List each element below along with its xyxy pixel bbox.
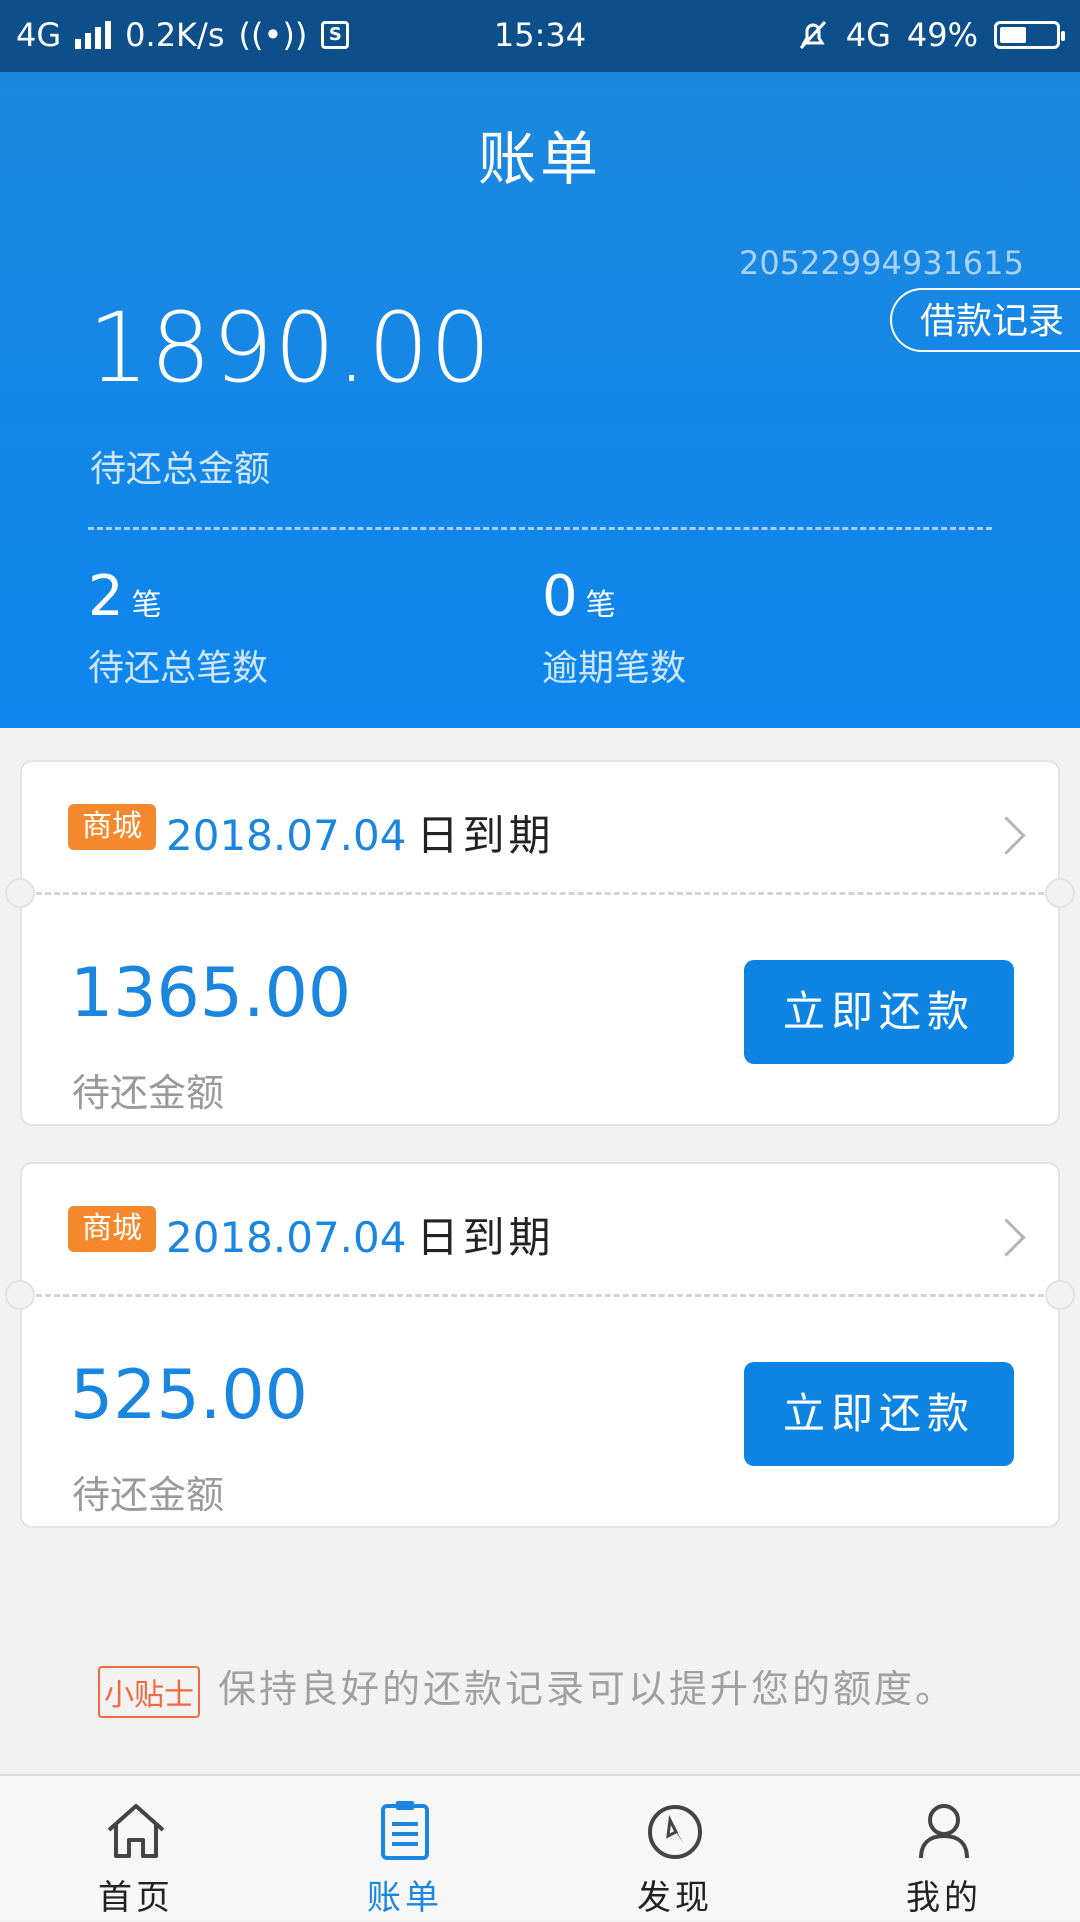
pending-count: 2	[88, 564, 124, 629]
due-suffix: 日到期	[416, 1213, 555, 1262]
bill-amount: 1365.00	[70, 954, 352, 1033]
tab-label: 账单	[367, 1878, 443, 1918]
overdue-unit: 笔	[585, 588, 616, 623]
bill-card-header[interactable]: 商城 2018.07.04 日到期	[22, 762, 1058, 894]
bill-amount-label: 待还金额	[72, 1071, 225, 1115]
loan-record-button[interactable]: 借款记录	[890, 288, 1080, 352]
page-title: 账单	[477, 125, 602, 193]
battery-percent: 49%	[906, 16, 978, 54]
status-bar: 4G 0.2K/s ((•)) S 15:34 4G 49%	[0, 0, 1080, 72]
tip-badge: 小贴士	[98, 1666, 200, 1718]
tip-text: 保持良好的还款记录可以提升您的额度。	[218, 1666, 957, 1711]
ticket-notch	[5, 1280, 35, 1310]
chevron-right-icon[interactable]	[987, 1218, 1026, 1257]
bill-card: 商城 2018.07.04 日到期 525.00 待还金额 立即还款	[5, 1162, 1075, 1528]
home-icon	[107, 1804, 165, 1858]
due-date: 2018.07.04	[166, 1213, 407, 1262]
network-right-label: 4G	[845, 16, 891, 54]
bill-amount: 525.00	[70, 1356, 308, 1435]
overdue-count-stat: 0笔 逾期笔数	[542, 564, 686, 691]
overdue-count-label: 逾期笔数	[542, 648, 687, 689]
ticket-notch	[5, 878, 35, 908]
overdue-count: 0	[542, 564, 578, 629]
card-divider	[36, 892, 1044, 895]
due-date: 2018.07.04	[166, 811, 407, 860]
due-date-line: 2018.07.04 日到期	[166, 1204, 555, 1265]
mute-bell-icon	[799, 20, 826, 50]
mall-tag: 商城	[68, 804, 156, 850]
tab-label: 首页	[98, 1878, 174, 1918]
divider	[88, 527, 992, 530]
card-divider	[36, 1294, 1044, 1297]
tab-label: 发现	[637, 1878, 713, 1918]
tab-label: 我的	[906, 1878, 982, 1918]
account-id: 20522994931615	[738, 244, 1024, 282]
tab-bill[interactable]: 账单	[305, 1776, 505, 1922]
tab-discover[interactable]: 发现	[575, 1776, 775, 1922]
total-amount: 1890.00	[88, 292, 492, 404]
user-icon	[919, 1804, 969, 1859]
pending-unit: 笔	[131, 588, 162, 623]
bill-amount-label: 待还金额	[72, 1473, 225, 1517]
tab-home[interactable]: 首页	[36, 1776, 236, 1922]
summary-header: 账单 20522994931615 借款记录 1890.00 待还总金额 2笔 …	[0, 72, 1080, 728]
repay-now-button[interactable]: 立即还款	[744, 1362, 1014, 1466]
pending-count-stat: 2笔 待还总笔数	[88, 564, 268, 691]
battery-icon	[994, 21, 1065, 49]
ticket-notch	[1045, 1280, 1075, 1310]
total-amount-label: 待还总金额	[90, 449, 271, 490]
tab-mine[interactable]: 我的	[844, 1776, 1044, 1922]
due-date-line: 2018.07.04 日到期	[166, 802, 555, 863]
compass-icon	[648, 1805, 702, 1859]
repay-now-button[interactable]: 立即还款	[744, 960, 1014, 1064]
chevron-right-icon[interactable]	[987, 816, 1026, 855]
bottom-tab-bar: 首页 账单 发现 我的	[0, 1774, 1080, 1920]
tip-banner: 小贴士 保持良好的还款记录可以提升您的额度。	[98, 1652, 956, 1718]
mall-tag: 商城	[68, 1206, 156, 1252]
due-suffix: 日到期	[416, 811, 555, 860]
ticket-notch	[1045, 878, 1075, 908]
pending-count-label: 待还总笔数	[88, 648, 269, 689]
bill-icon	[381, 1801, 429, 1860]
bill-card: 商城 2018.07.04 日到期 1365.00 待还金额 立即还款	[5, 760, 1075, 1126]
bill-card-header[interactable]: 商城 2018.07.04 日到期	[22, 1164, 1058, 1296]
